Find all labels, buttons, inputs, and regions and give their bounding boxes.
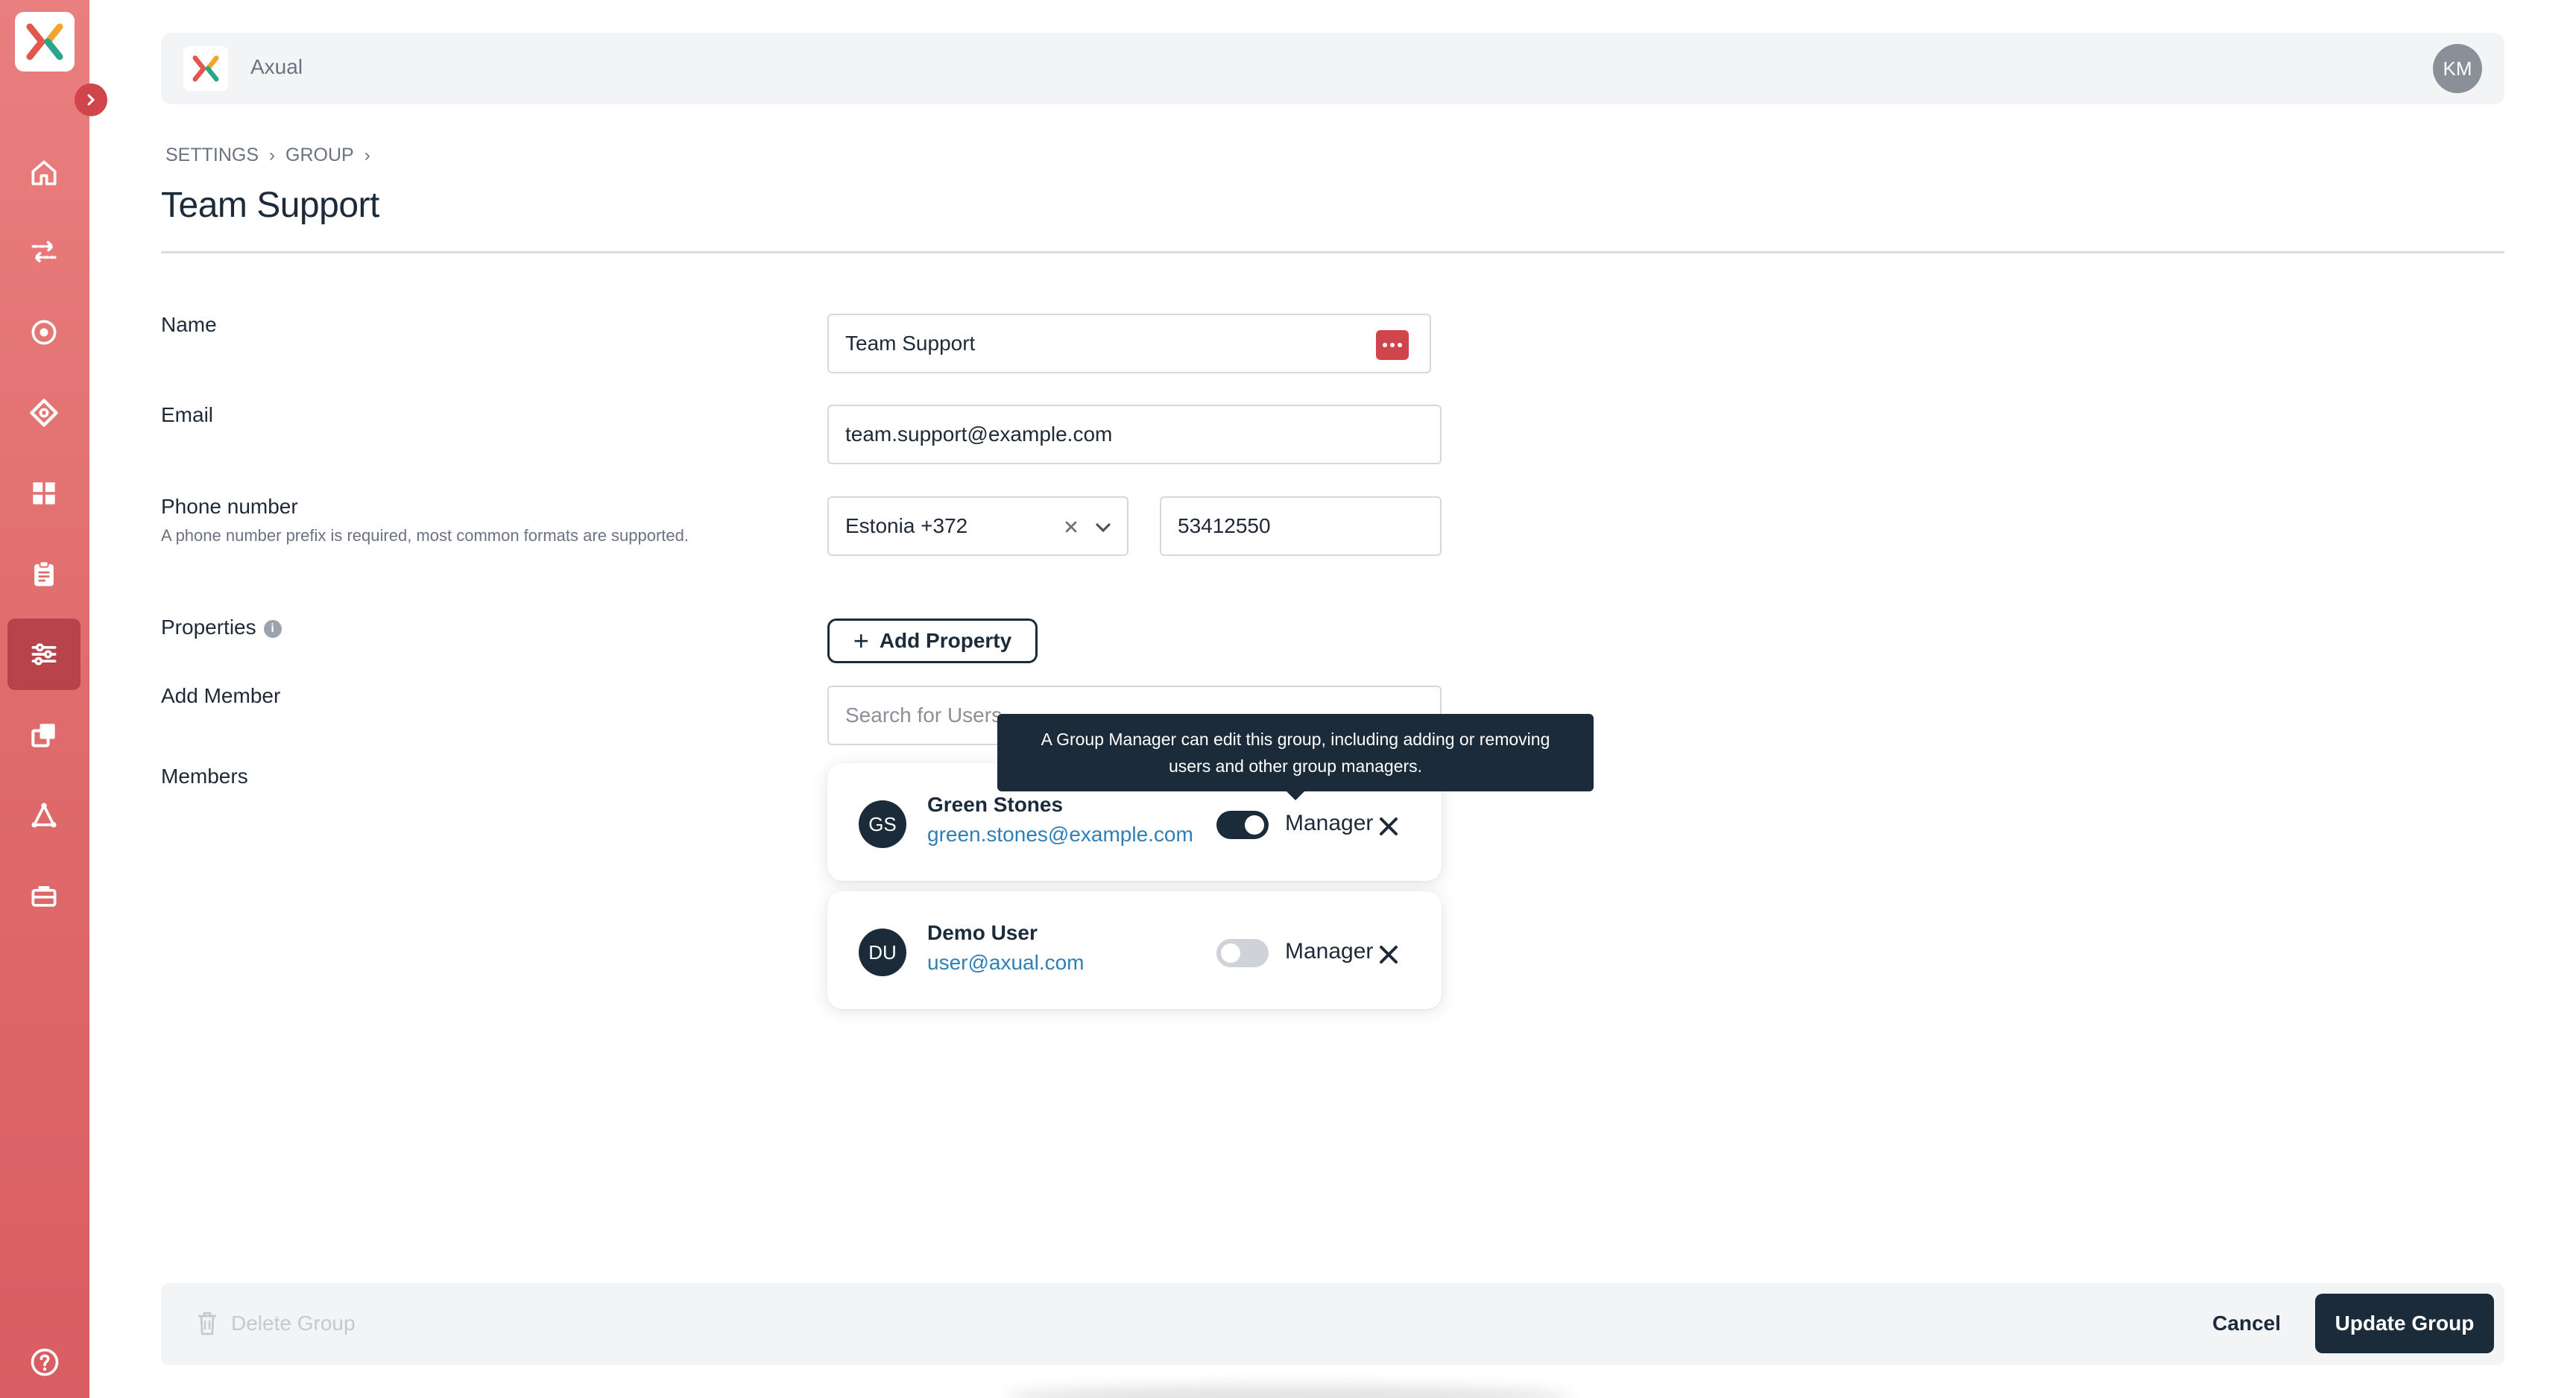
info-icon[interactable]: i — [263, 619, 282, 638]
more-icon — [1383, 343, 1402, 347]
manager-tooltip: A Group Manager can edit this group, inc… — [997, 714, 1594, 791]
nav-diamond[interactable] — [7, 377, 80, 449]
add-member-label: Add Member — [161, 684, 281, 707]
axual-logo-icon — [26, 23, 63, 60]
briefcase-icon — [31, 886, 57, 907]
plus-icon: + — [853, 625, 869, 656]
breadcrumb: SETTINGS › GROUP › — [165, 145, 370, 166]
delete-group-button[interactable]: Delete Group — [197, 1312, 356, 1335]
app-name: Axual — [250, 55, 303, 78]
grid-icon — [33, 482, 55, 505]
member-email-link[interactable]: green.stones@example.com — [927, 823, 1193, 847]
copy-icon — [31, 724, 55, 747]
chevron-right-icon: › — [364, 145, 370, 165]
remove-member-icon[interactable] — [1377, 943, 1400, 966]
name-value: Team Support — [845, 332, 976, 355]
email-field[interactable]: team.support@example.com — [827, 405, 1442, 464]
nav-target[interactable] — [7, 297, 80, 368]
sidebar — [0, 0, 89, 1398]
manager-toggle[interactable] — [1216, 811, 1269, 839]
phone-number-value: 53412550 — [1178, 514, 1271, 537]
home-icon — [31, 160, 57, 186]
email-value: team.support@example.com — [845, 423, 1113, 446]
page-title: Team Support — [161, 186, 379, 225]
user-avatar[interactable]: KM — [2433, 44, 2482, 93]
search-users-placeholder: Search for Users — [845, 703, 1003, 727]
manager-label: Manager — [1285, 939, 1374, 964]
sidebar-expand-button[interactable] — [75, 83, 107, 116]
avatar: GS — [859, 800, 906, 848]
breadcrumb-group[interactable]: GROUP — [285, 145, 354, 166]
name-field[interactable]: Team Support — [827, 314, 1431, 373]
nav-clipboard[interactable] — [7, 538, 80, 610]
manager-label: Manager — [1285, 811, 1374, 835]
phone-label: Phone number — [161, 495, 298, 518]
avatar: DU — [859, 929, 906, 976]
footer-bar: Delete Group Cancel Update Group — [161, 1283, 2504, 1365]
member-name: Demo User — [927, 921, 1038, 944]
chevron-right-icon: › — [269, 145, 276, 165]
add-property-button[interactable]: + Add Property — [827, 619, 1038, 663]
axual-logo[interactable] — [15, 12, 75, 72]
axual-logo-icon — [192, 55, 219, 82]
trash-icon — [198, 1312, 216, 1335]
tenant-logo — [183, 46, 228, 91]
delete-group-label: Delete Group — [231, 1312, 356, 1335]
manager-toggle[interactable] — [1216, 939, 1269, 967]
toggle-knob — [1245, 815, 1264, 835]
remove-member-icon[interactable] — [1377, 815, 1400, 838]
member-card: DU Demo User user@axual.com Manager — [827, 891, 1442, 1009]
nav-streams[interactable] — [7, 216, 80, 288]
tooltip-line-2: users and other group managers. — [1168, 756, 1423, 776]
nav-settings[interactable] — [7, 619, 80, 690]
phone-country-value: Estonia +372 — [845, 514, 968, 537]
phone-country-select[interactable]: Estonia +372 — [827, 496, 1128, 556]
bottom-shadow — [1006, 1386, 1573, 1398]
toggle-knob — [1221, 943, 1240, 963]
diamond-icon — [30, 399, 58, 427]
email-label: Email — [161, 403, 214, 426]
divider — [161, 251, 2504, 253]
tooltip-arrow — [1285, 790, 1306, 800]
member-name: Green Stones — [927, 793, 1064, 816]
phone-help-text: A phone number prefix is required, most … — [161, 526, 689, 545]
phone-number-field[interactable]: 53412550 — [1160, 496, 1442, 556]
tooltip-line-1: A Group Manager can edit this group, inc… — [1041, 730, 1550, 749]
chevron-right-icon — [87, 94, 95, 106]
nav-copy[interactable] — [7, 699, 80, 771]
sliders-icon — [31, 643, 57, 665]
nav-dashboard[interactable] — [7, 458, 80, 529]
nav-home[interactable] — [7, 137, 80, 209]
nav-briefcase[interactable] — [7, 860, 80, 932]
properties-label-text: Properties — [161, 616, 256, 639]
clear-icon[interactable] — [1064, 520, 1078, 534]
members-label: Members — [161, 765, 248, 788]
member-email-link[interactable]: user@axual.com — [927, 951, 1085, 975]
clipboard-icon — [34, 560, 54, 586]
breadcrumb-settings[interactable]: SETTINGS — [165, 145, 259, 166]
properties-label: Properties i — [161, 616, 282, 639]
target-icon — [31, 320, 57, 345]
network-icon — [31, 803, 57, 828]
help-icon[interactable] — [28, 1346, 61, 1379]
name-label: Name — [161, 313, 217, 336]
more-options-button[interactable] — [1376, 330, 1409, 360]
cancel-button[interactable]: Cancel — [2212, 1312, 2281, 1335]
update-group-button[interactable]: Update Group — [2315, 1294, 2494, 1353]
add-property-label: Add Property — [879, 629, 1012, 652]
transfer-icon — [31, 241, 57, 263]
chevron-down-icon[interactable] — [1094, 519, 1112, 537]
top-bar: Axual KM — [161, 33, 2504, 104]
nav-network[interactable] — [7, 779, 80, 851]
